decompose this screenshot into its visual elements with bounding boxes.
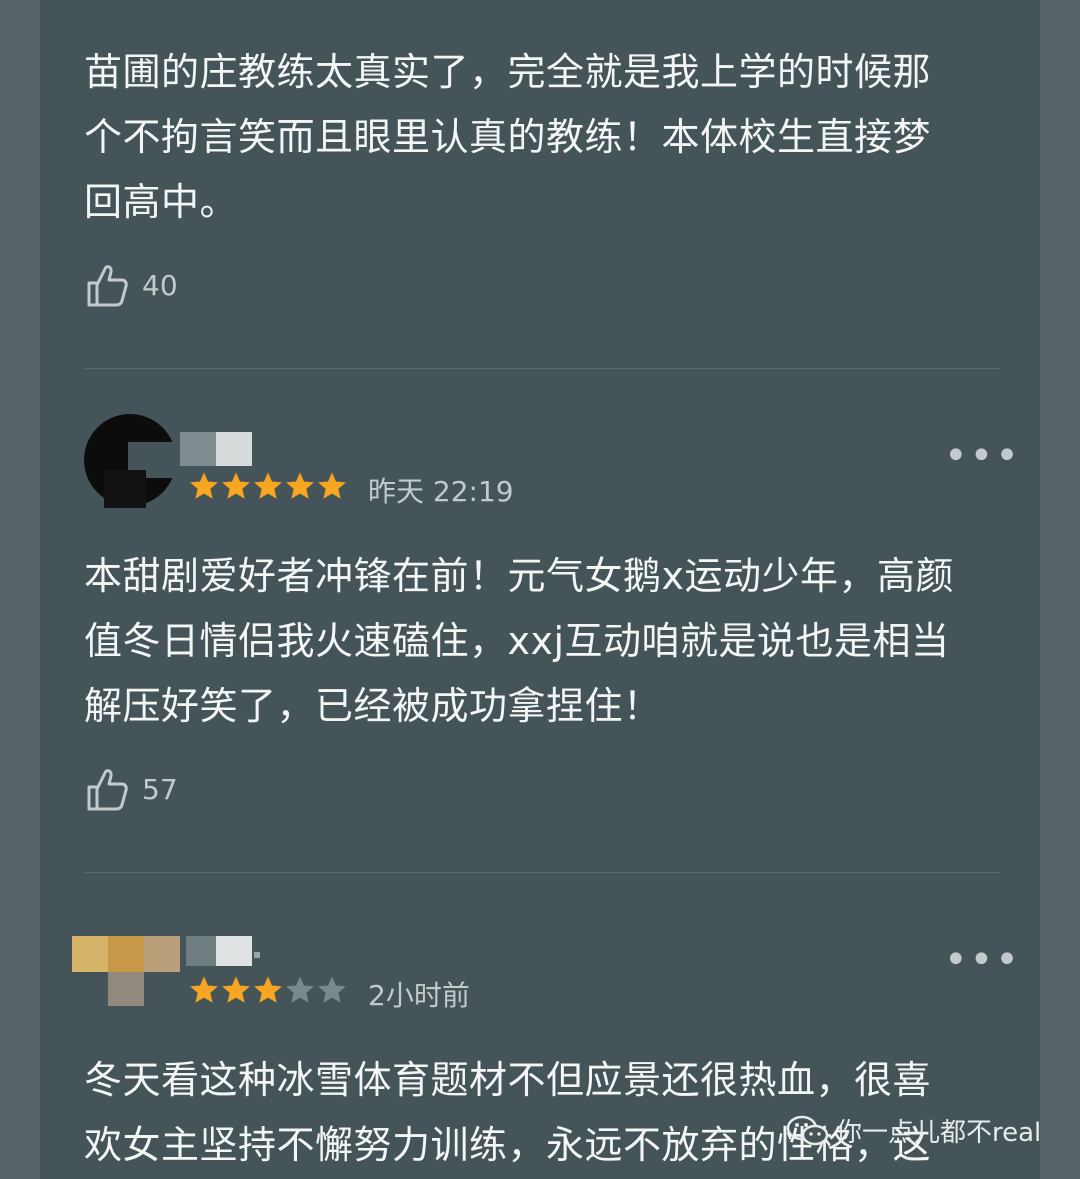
star-icon [190, 472, 218, 499]
star-icon [222, 472, 250, 499]
rating-stars [188, 974, 348, 1006]
divider [84, 872, 1000, 873]
thumbs-up-icon [87, 769, 128, 811]
rating-stars [188, 470, 348, 502]
star-icon [190, 976, 218, 1003]
more-options-button[interactable]: ••• [944, 436, 1021, 476]
star-icon [286, 976, 314, 1003]
thumbs-up-icon [87, 265, 128, 307]
divider [84, 368, 1000, 369]
comment-time: 昨天 22:19 [368, 475, 514, 508]
star-icon [222, 976, 250, 1003]
more-options-button[interactable]: ••• [944, 940, 1021, 980]
star-icon [254, 976, 282, 1003]
comment-1-text: 苗圃的庄教练太真实了，完全就是我上学的时候那 个不拘言笑而且眼里认真的教练！本体… [84, 50, 932, 224]
avatar[interactable] [72, 936, 182, 1008]
like-count: 57 [142, 772, 178, 806]
wechat-icon [786, 1115, 829, 1145]
comment-2-text: 本甜剧爱好者冲锋在前！元气女鹅x运动少年，高颜 值冬日情侣我火速磕住，xxj互动… [84, 554, 954, 728]
watermark-text: 你一点儿都不real [836, 1118, 1042, 1148]
like-count: 40 [142, 268, 178, 302]
comment-1-like-button[interactable]: 40 [86, 262, 178, 308]
star-icon [254, 472, 282, 499]
watermark: 你一点儿都不real [786, 1112, 1041, 1149]
comment-2-like-button[interactable]: 57 [86, 766, 178, 812]
star-icon [318, 976, 346, 1003]
comment-time: 2小时前 [368, 979, 470, 1012]
star-icon [318, 472, 346, 499]
username-blurred[interactable] [180, 432, 252, 466]
avatar[interactable] [82, 412, 184, 508]
star-icon [286, 472, 314, 499]
username-blurred[interactable] [186, 936, 266, 970]
